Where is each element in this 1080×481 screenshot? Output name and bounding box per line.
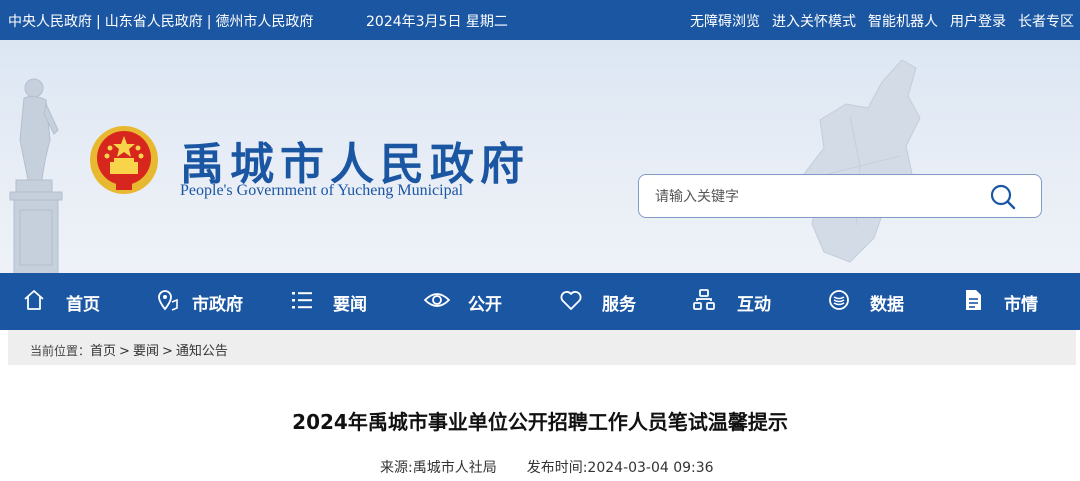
eye-icon [424, 293, 450, 307]
home-icon [24, 290, 44, 310]
article-title: 2024年禹城市事业单位公开招聘工作人员笔试温馨提示 [292, 410, 788, 434]
interaction-icon [693, 289, 715, 310]
top-separator: | [96, 14, 101, 30]
statue-decoration-icon [9, 78, 63, 273]
top-bar: 中央人民政府 | 山东省人民政府 | 德州市人民政府 2024年3月5日 星期二 无障碍… [0, 0, 1080, 40]
nav-label: 要闻 [333, 295, 367, 315]
nav-item-home[interactable]: 首页 [22, 273, 122, 330]
top-right-links: 无障碍浏览 进入关怀模式 智能机器人 用户登录 长者专区 [678, 11, 1074, 31]
search-box [638, 174, 1042, 218]
accessibility-link[interactable]: 无障碍浏览 [690, 14, 760, 30]
breadcrumb-news[interactable]: 要闻 [133, 344, 159, 359]
site-header: 禹城市人民政府 People's Government of Yucheng M… [0, 40, 1080, 273]
article-meta: 来源:禹城市人社局 发布时间:2024-03-04 09:36 [380, 457, 714, 477]
link-dezhou-government[interactable]: 德州市人民政府 [215, 14, 313, 30]
nav-item-city-info[interactable]: 市情 [962, 273, 1062, 330]
document-icon [966, 290, 981, 310]
link-central-government[interactable]: 中央人民政府 [8, 14, 92, 30]
link-shandong-government[interactable]: 山东省人民政府 [105, 14, 203, 30]
database-icon [829, 290, 849, 310]
elderly-zone-link[interactable]: 长者专区 [1018, 14, 1074, 30]
smart-robot-link[interactable]: 智能机器人 [868, 14, 938, 30]
top-separator: | [206, 14, 212, 30]
nav-item-openness[interactable]: 公开 [424, 273, 524, 330]
nav-label: 首页 [66, 295, 100, 315]
nav-item-data[interactable]: 数据 [828, 273, 928, 330]
search-input[interactable] [655, 185, 985, 209]
breadcrumb-label: 当前位置： [30, 344, 91, 358]
list-icon [292, 292, 312, 309]
city-map-decoration-icon [803, 59, 921, 263]
site-subtitle: People's Government of Yucheng Municipal [180, 182, 464, 199]
nav-item-interaction[interactable]: 互动 [692, 273, 792, 330]
nav-label: 数据 [870, 295, 904, 315]
location-pin-icon [158, 290, 178, 311]
care-mode-link[interactable]: 进入关怀模式 [772, 14, 856, 30]
breadcrumb-home[interactable]: 首页 [90, 344, 116, 359]
national-emblem-icon [90, 126, 158, 194]
current-date: 2024年3月5日 星期二 [366, 14, 508, 30]
nav-item-news[interactable]: 要闻 [291, 273, 391, 330]
main-nav: 首页 市政府 要闻 公开 服务 互动 数据 市情 [0, 273, 1080, 330]
top-links: 中央人民政府 | 山东省人民政府 | 德州市人民政府 [8, 11, 313, 31]
breadcrumb: 当前位置：首页 > 要闻 > 通知公告 [8, 330, 1076, 365]
article-source: 来源:禹城市人社局 [380, 460, 497, 476]
nav-label: 市政府 [192, 295, 243, 315]
nav-label: 公开 [468, 295, 502, 315]
breadcrumb-separator: > [161, 344, 173, 359]
nav-item-government[interactable]: 市政府 [156, 273, 266, 330]
nav-label: 服务 [602, 295, 636, 315]
nav-label: 市情 [1004, 295, 1038, 315]
breadcrumb-notices[interactable]: 通知公告 [176, 344, 228, 359]
heart-icon [560, 291, 582, 310]
search-icon[interactable] [989, 183, 1017, 211]
article-publish-time: 发布时间:2024-03-04 09:36 [526, 460, 714, 476]
user-login-link[interactable]: 用户登录 [950, 14, 1006, 30]
breadcrumb-separator: > [119, 344, 130, 359]
nav-item-service[interactable]: 服务 [559, 273, 659, 330]
nav-label: 互动 [737, 295, 771, 315]
